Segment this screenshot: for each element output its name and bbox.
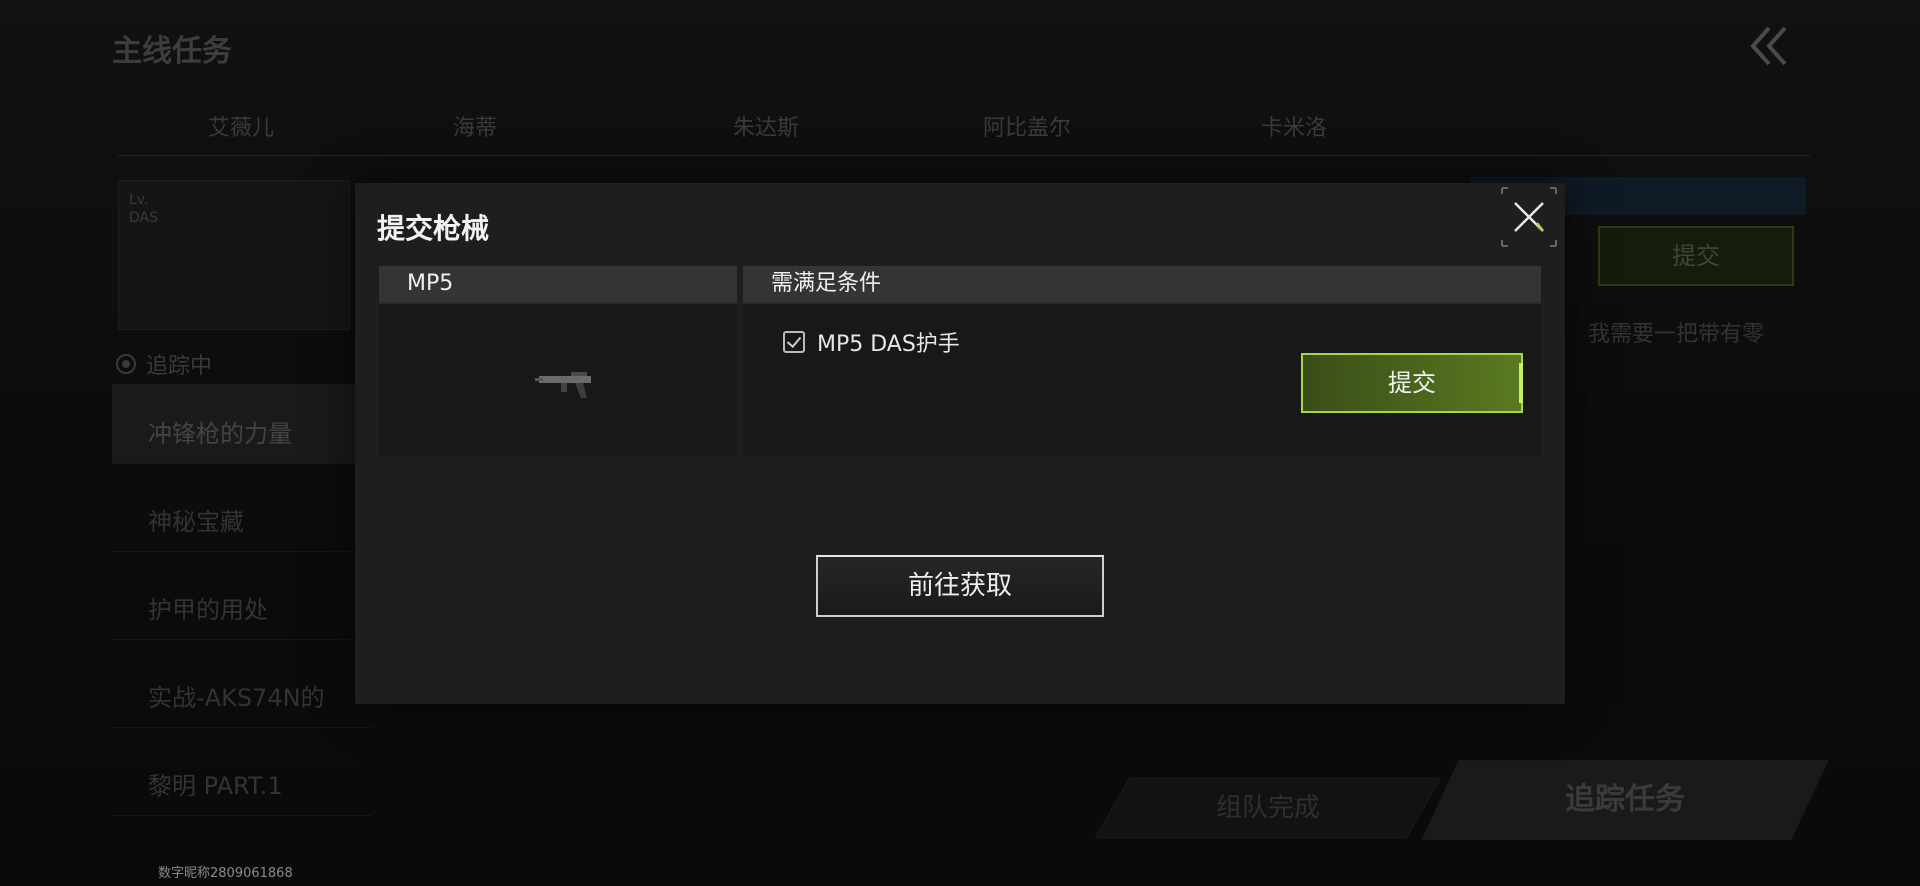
tracking-indicator: 追踪中	[116, 348, 212, 380]
team-complete-button[interactable]: 组队完成	[1094, 778, 1442, 838]
back-double-chevron-icon[interactable]	[1745, 22, 1795, 70]
condition-item: MP5 DAS护手	[783, 326, 960, 358]
tab-character-3[interactable]: 朱达斯	[733, 110, 799, 142]
user-id-watermark: 数字昵称2809061868	[158, 866, 293, 881]
tab-character-1[interactable]: 艾薇儿	[208, 110, 274, 142]
tab-character-5[interactable]: 卡米洛	[1261, 110, 1327, 142]
quest-description: 我需要一把带有零	[1588, 322, 1765, 347]
close-button[interactable]	[1501, 187, 1557, 247]
track-quest-label: 追踪任务	[1565, 782, 1685, 817]
quest-list-item[interactable]: 神秘宝藏	[112, 472, 372, 552]
quest-card-level: Lv.	[129, 192, 149, 208]
quest-list-item[interactable]: 冲锋枪的力量	[112, 384, 372, 464]
submit-button[interactable]: 提交	[1301, 353, 1523, 413]
mp5-gun-icon	[535, 372, 591, 398]
character-tabs: 艾薇儿 海蒂 朱达斯 阿比盖尔 卡米洛	[118, 100, 1810, 156]
quest-list-item[interactable]: 黎明 PART.1	[112, 736, 372, 816]
go-acquire-button[interactable]: 前往获取	[816, 555, 1104, 617]
quest-card-subtitle: DAS	[129, 210, 158, 226]
quest-list: 冲锋枪的力量 神秘宝藏 护甲的用处 实战-AKS74N的 黎明 PART.1	[112, 384, 372, 824]
weapon-name: MP5	[379, 266, 737, 304]
conditions-header: 需满足条件	[743, 266, 1541, 304]
quest-list-item[interactable]: 实战-AKS74N的	[112, 648, 372, 728]
page-title: 主线任务	[112, 34, 232, 69]
team-complete-label: 组队完成	[1215, 793, 1320, 823]
checkbox-icon	[783, 331, 805, 353]
background-submit-button[interactable]: 提交	[1598, 226, 1794, 286]
tab-character-2[interactable]: 海蒂	[453, 110, 497, 142]
tracking-label: 追踪中	[146, 354, 213, 379]
track-quest-button[interactable]: 追踪任务	[1421, 760, 1829, 840]
close-icon	[1501, 187, 1557, 247]
quest-character-card: Lv. DAS	[118, 180, 350, 330]
submit-weapon-dialog: 提交枪械 MP5 需满足条件 MP5 DAS护手	[355, 183, 1565, 704]
radio-dot-icon	[116, 354, 136, 374]
weapon-panel: MP5	[379, 266, 737, 456]
dialog-title: 提交枪械	[377, 212, 490, 245]
quest-list-item[interactable]: 护甲的用处	[112, 560, 372, 640]
tab-character-4[interactable]: 阿比盖尔	[983, 110, 1071, 142]
condition-label: MP5 DAS护手	[817, 332, 960, 357]
